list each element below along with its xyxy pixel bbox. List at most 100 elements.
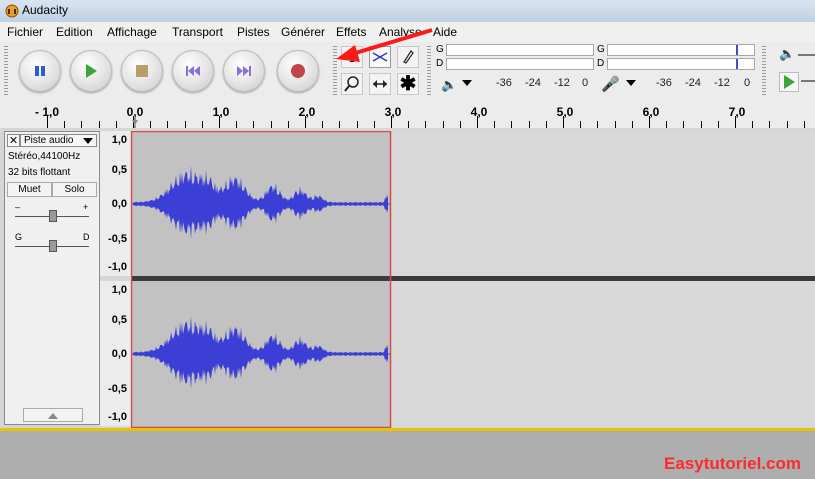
play-icon (86, 64, 97, 78)
record-meter-tick: -12 (714, 77, 730, 89)
ruler-tick (47, 116, 48, 128)
ruler-tick (167, 121, 168, 128)
menu-pistes[interactable]: Pistes (237, 25, 270, 39)
menu-generer[interactable]: Générer (281, 25, 325, 39)
pause-button[interactable] (19, 50, 61, 92)
ruler-tick (787, 121, 788, 128)
track-format: Stéréo,44100Hz (8, 151, 81, 162)
ruler-tick (322, 121, 323, 128)
collapse-up-icon (48, 413, 58, 419)
play-button[interactable] (70, 50, 112, 92)
ruler-tick (64, 121, 65, 128)
menu-affichage[interactable]: Affichage (107, 25, 157, 39)
microphone-icon[interactable]: 🎤 (601, 75, 620, 93)
ruler-tick (99, 121, 100, 128)
vertical-ruler-right-channel: 1,0 0,5 0,0 -0,5 -1,0 (100, 281, 130, 426)
ruler-tick (804, 121, 805, 128)
vertical-ruler-left-channel: 1,0 0,5 0,0 -0,5 -1,0 (100, 131, 130, 276)
stop-button[interactable] (121, 50, 163, 92)
record-meter-left-bar[interactable] (607, 44, 755, 56)
window-title: Audacity (22, 3, 69, 17)
ruler-label: 1,0 (212, 105, 230, 119)
solo-button[interactable]: Solo (52, 182, 97, 197)
ruler-tick (202, 121, 203, 128)
play-meter-dropdown-icon[interactable] (462, 80, 472, 86)
ruler-label: 2,0 (298, 105, 316, 119)
play-meter-right-bar[interactable] (446, 58, 594, 70)
record-meter-right-bar[interactable] (607, 58, 755, 70)
amplitude-label: -1,0 (108, 411, 127, 423)
menu-transport[interactable]: Transport (172, 25, 223, 39)
volume-speaker-icon[interactable]: 🔈 (779, 46, 795, 62)
play-meter-tick: -24 (525, 77, 541, 89)
amplitude-label: 0,0 (111, 348, 127, 360)
track-bottom-border (0, 428, 815, 431)
ruler-tick (752, 121, 753, 128)
multi-tool-button[interactable]: ✱ (397, 73, 419, 95)
waveform-canvas[interactable] (131, 131, 815, 428)
pan-right-label: D (83, 232, 90, 242)
amplitude-label: 0,0 (111, 198, 127, 210)
ruler-tick (683, 121, 684, 128)
ruler-label: 4,0 (470, 105, 488, 119)
play-position-marker-icon (132, 114, 138, 128)
zoom-icon (344, 76, 359, 92)
record-button[interactable] (277, 50, 319, 92)
ruler-tick (649, 116, 650, 128)
ruler-tick (546, 121, 547, 128)
ruler-tick (511, 121, 512, 128)
record-meter-left-label: G (597, 44, 605, 55)
amplitude-label: 1,0 (111, 284, 127, 296)
play-meter-tick: -36 (496, 77, 512, 89)
pan-slider-thumb[interactable] (49, 240, 57, 252)
timeshift-tool-button[interactable] (369, 73, 391, 95)
menu-edition[interactable]: Edition (56, 25, 93, 39)
ruler-tick (529, 121, 530, 128)
ruler-tick (81, 121, 82, 128)
ruler-tick (477, 116, 478, 128)
skip-start-button[interactable] (172, 50, 214, 92)
zoom-tool-button[interactable] (341, 73, 363, 95)
ruler-tick (718, 121, 719, 128)
speed-slider[interactable] (801, 80, 815, 82)
record-meter-peak-left (736, 45, 738, 55)
record-meter-peak-right (736, 59, 738, 69)
ruler-tick (305, 116, 306, 128)
gain-minus-label: – (15, 202, 21, 212)
ruler-label: 6,0 (642, 105, 660, 119)
record-meter-right-label: D (597, 58, 605, 69)
mute-button[interactable]: Muet (7, 182, 52, 197)
record-meter-dropdown-icon[interactable] (626, 80, 636, 86)
play-at-speed-button[interactable] (779, 72, 799, 92)
ruler-tick (443, 121, 444, 128)
ruler-tick (236, 121, 237, 128)
play-meter-tick: -12 (554, 77, 570, 89)
skip-end-button[interactable] (223, 50, 265, 92)
volume-slider[interactable] (798, 54, 815, 56)
gain-slider-thumb[interactable] (49, 210, 57, 222)
ruler-tick (769, 121, 770, 128)
timeline-ruler[interactable]: - 1,0 0,0 1,0 2,0 3,0 4,0 5,0 6,0 7,0 (0, 100, 815, 129)
ruler-label: 3,0 (384, 105, 402, 119)
track-name-menu[interactable]: Piste audio (20, 134, 97, 147)
play-at-speed-icon (784, 75, 795, 89)
close-icon: ✕ (8, 135, 19, 147)
multi-tool-icon: ✱ (399, 73, 417, 95)
track-name: Piste audio (24, 135, 74, 146)
ruler-tick (288, 121, 289, 128)
ruler-tick (666, 121, 667, 128)
toolbar-grip[interactable] (4, 46, 8, 96)
gain-plus-label: + (83, 202, 89, 212)
collapse-track-button[interactable] (23, 408, 83, 422)
stop-icon (136, 65, 148, 77)
ruler-tick (460, 121, 461, 128)
toolbar-grip-mixer[interactable] (762, 46, 766, 96)
record-icon (291, 64, 305, 78)
close-track-button[interactable]: ✕ (7, 134, 20, 147)
menu-fichier[interactable]: Fichier (7, 25, 43, 39)
track-bit-depth: 32 bits flottant (8, 167, 71, 178)
ruler-tick (701, 121, 702, 128)
speaker-icon[interactable]: 🔈 (441, 77, 457, 93)
ruler-tick (597, 121, 598, 128)
play-meter-left-bar[interactable] (446, 44, 594, 56)
